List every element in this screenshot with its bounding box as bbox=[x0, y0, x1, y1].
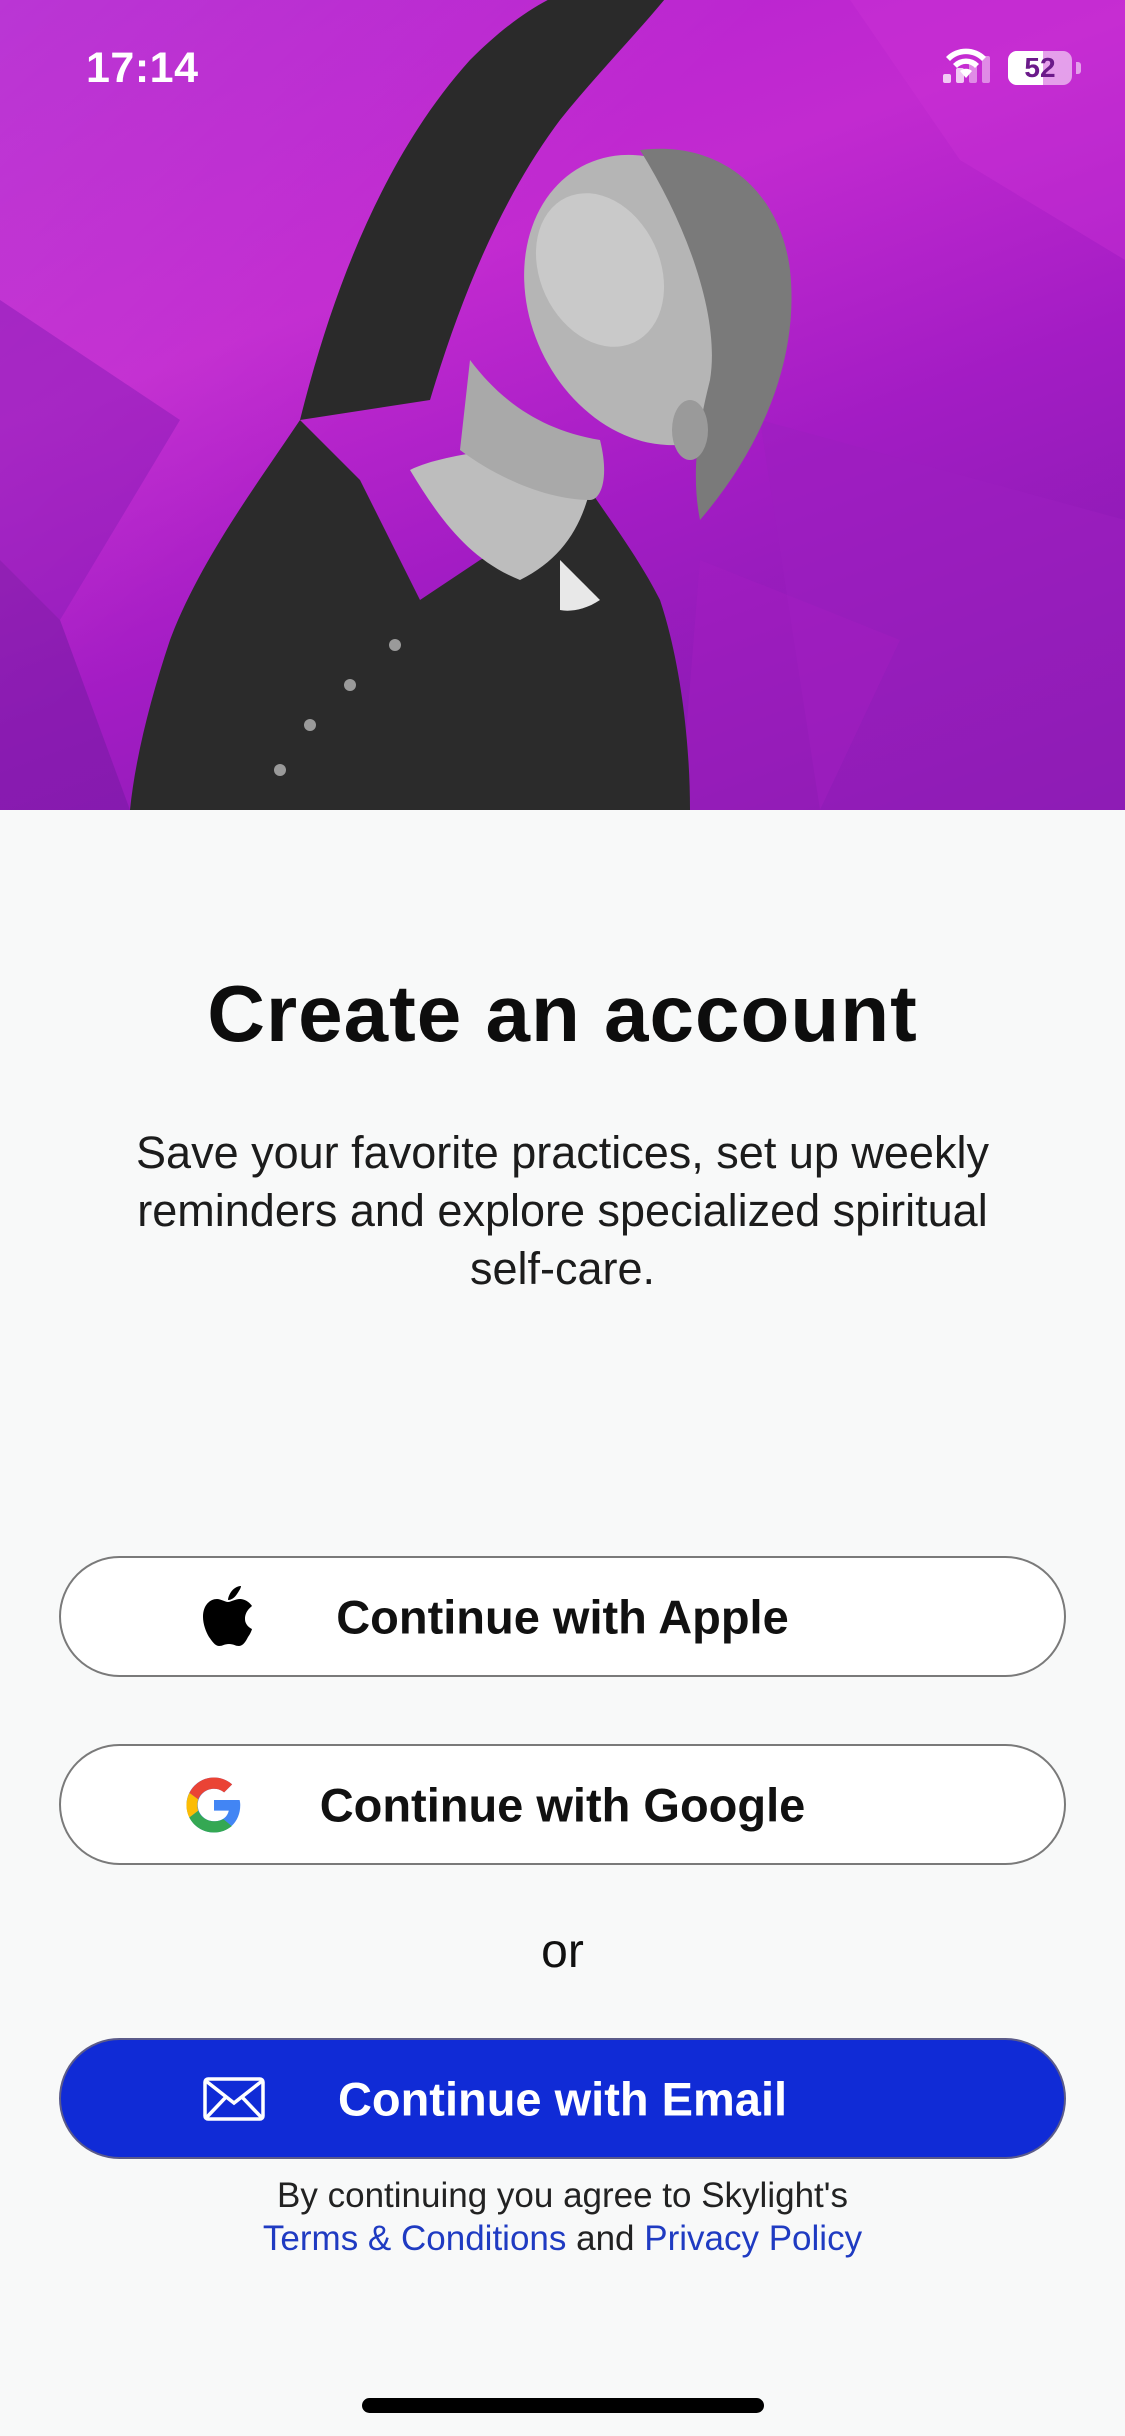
continue-with-apple-button[interactable]: Continue with Apple bbox=[59, 1556, 1066, 1677]
battery-icon: 52 bbox=[1008, 51, 1072, 85]
continue-with-google-button[interactable]: Continue with Google bbox=[59, 1744, 1066, 1865]
legal-links-line: Terms & Conditions and Privacy Policy bbox=[0, 2217, 1125, 2260]
continue-with-email-button[interactable]: Continue with Email bbox=[59, 2038, 1066, 2159]
legal-notice: By continuing you agree to Skylight's Te… bbox=[0, 2174, 1125, 2260]
divider-or: or bbox=[541, 1925, 584, 1978]
status-indicators: 52 bbox=[943, 46, 1081, 90]
legal-conjunction: and bbox=[576, 2219, 635, 2258]
status-time: 17:14 bbox=[86, 44, 199, 92]
signup-screen: 17:14 52 Create an account Save your fav… bbox=[0, 0, 1125, 2436]
google-button-label: Continue with Google bbox=[319, 1778, 806, 1831]
home-indicator[interactable] bbox=[362, 2398, 764, 2413]
email-button-label: Continue with Email bbox=[337, 2072, 788, 2125]
privacy-policy-link[interactable]: Privacy Policy bbox=[644, 2219, 862, 2258]
woman-stretching-illustration bbox=[0, 0, 1125, 810]
page-subtitle: Save your favorite practices, set up wee… bbox=[136, 1127, 989, 1294]
wifi-icon bbox=[946, 48, 986, 78]
battery-tip bbox=[1076, 62, 1081, 74]
battery-level: 52 bbox=[1024, 52, 1056, 83]
terms-link[interactable]: Terms & Conditions bbox=[263, 2219, 566, 2258]
hero-image: 17:14 52 bbox=[0, 0, 1125, 810]
apple-button-label: Continue with Apple bbox=[336, 1590, 789, 1643]
legal-prefix: By continuing you agree to Skylight's bbox=[277, 2176, 848, 2215]
page-title: Create an account bbox=[207, 969, 918, 1058]
